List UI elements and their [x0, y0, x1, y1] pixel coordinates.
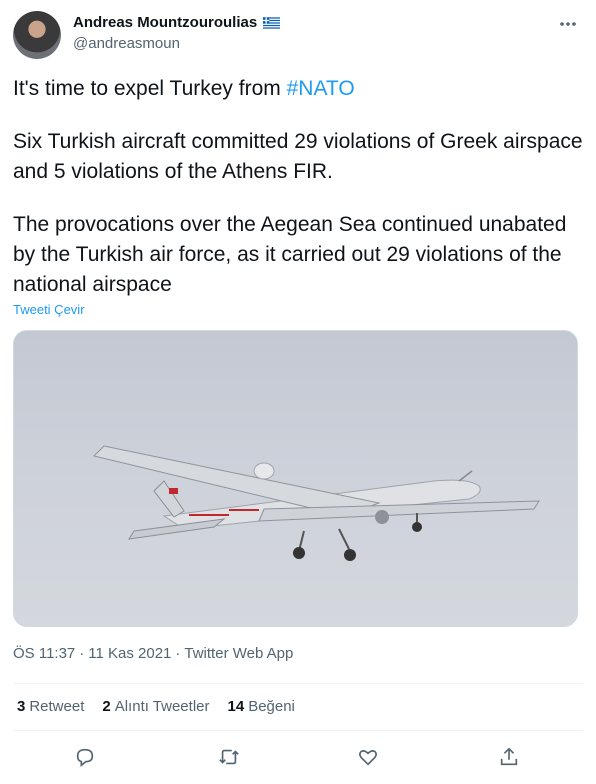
action-bar [0, 742, 596, 774]
likes-label: Beğeni [248, 698, 295, 715]
likes-count: 14 [227, 698, 245, 715]
author-block: Andreas Mountzouroulias @andreasmoun [73, 13, 281, 54]
tweet-paragraph-1: It's time to expel Turkey from #NATO [13, 74, 583, 104]
meta-separator: · [175, 645, 181, 662]
tweet-paragraph-3: The provocations over the Aegean Sea con… [13, 213, 567, 296]
divider [13, 683, 583, 684]
retweet-icon [219, 749, 239, 765]
retweets-label: Retweet [29, 698, 85, 715]
retweets-stat[interactable]: 3 Retweet [17, 698, 84, 715]
share-button[interactable] [498, 746, 522, 770]
retweet-button[interactable] [218, 746, 242, 770]
greece-flag-icon [263, 17, 281, 29]
translate-tweet-link[interactable]: Tweeti Çevir [13, 302, 85, 317]
tweet-source[interactable]: Twitter Web App [184, 645, 293, 662]
author-display-name[interactable]: Andreas Mountzouroulias [73, 13, 257, 33]
quotes-stat[interactable]: 2 Alıntı Tweetler [102, 698, 209, 715]
tweet-meta: ÖS 11:37 · 11 Kas 2021 · Twitter Web App [13, 645, 293, 662]
meta-separator: · [79, 645, 85, 662]
drone-photo [93, 445, 540, 561]
tweet-line1-text: It's time to expel Turkey from [13, 77, 287, 100]
author-handle[interactable]: @andreasmoun [73, 34, 280, 54]
reply-icon [76, 748, 94, 767]
tweet-date[interactable]: 11 Kas 2021 [88, 645, 171, 662]
hashtag-link[interactable]: #NATO [287, 77, 355, 100]
reply-button[interactable] [74, 746, 98, 770]
tweet-paragraph-2: Six Turkish aircraft committed 29 violat… [13, 130, 583, 183]
more-options-icon[interactable] [558, 16, 578, 32]
quotes-label: Alıntı Tweetler [114, 698, 210, 715]
tweet: Andreas Mountzouroulias @andreasmoun It'… [0, 0, 596, 784]
avatar[interactable] [13, 11, 61, 59]
retweets-count: 3 [17, 698, 26, 715]
tweet-stats: 3 Retweet 2 Alıntı Tweetler 14 Beğeni [17, 698, 295, 715]
tweet-image[interactable] [13, 330, 578, 627]
author-name-row[interactable]: Andreas Mountzouroulias [73, 13, 281, 33]
quotes-count: 2 [102, 698, 111, 715]
share-icon [500, 747, 518, 766]
tweet-text: It's time to expel Turkey from #NATO Six… [13, 74, 583, 300]
likes-stat[interactable]: 14 Beğeni [228, 698, 295, 715]
heart-icon [359, 750, 377, 766]
tweet-time[interactable]: ÖS 11:37 [13, 645, 75, 662]
divider [13, 730, 583, 731]
like-button[interactable] [357, 746, 381, 770]
